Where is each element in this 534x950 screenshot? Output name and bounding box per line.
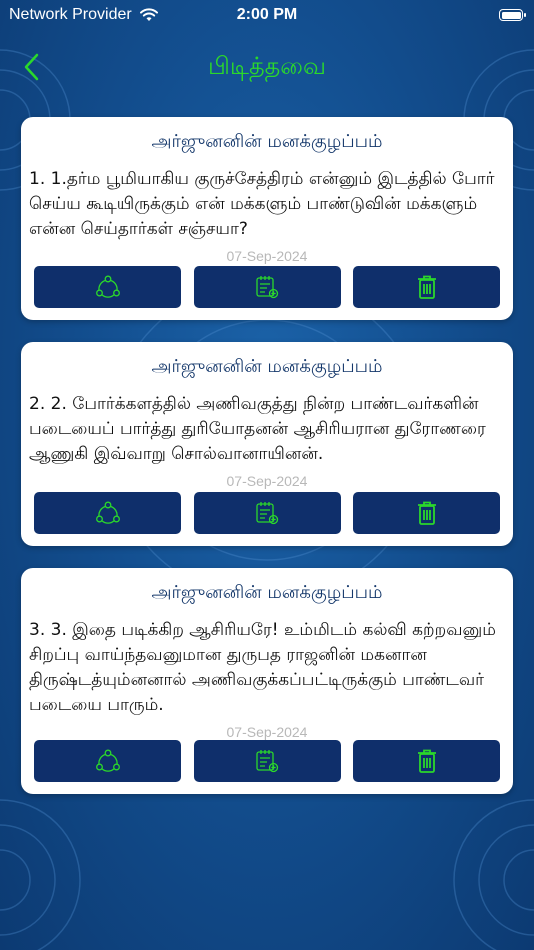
note-button[interactable] [193, 266, 341, 308]
delete-button[interactable] [353, 740, 500, 782]
card-title: அர்ஜுனனின் மனக்குழப்பம் [151, 356, 383, 377]
share-icon [95, 275, 120, 298]
share-icon [95, 749, 120, 772]
page-title: பிடித்தவை [208, 52, 326, 80]
trash-icon [417, 501, 436, 525]
card-actions [34, 740, 500, 782]
favorite-card-2: அர்ஜுனனின் மனக்குழப்பம் 2. 2. போர்க்களத்… [21, 342, 513, 546]
card-title: அர்ஜுனனின் மனக்குழப்பம் [151, 131, 383, 152]
note-button[interactable] [193, 740, 341, 782]
card-date: 07-Sep-2024 [226, 248, 308, 264]
card-actions [34, 492, 500, 534]
share-button[interactable] [34, 266, 181, 308]
note-add-icon [256, 502, 279, 525]
nav-bar: பிடித்தவை [0, 42, 534, 92]
share-button[interactable] [34, 492, 181, 534]
card-actions [34, 266, 500, 308]
trash-icon [417, 749, 436, 773]
delete-button[interactable] [353, 266, 500, 308]
card-text: 2. 2. போர்க்களத்தில் அணிவகுத்து நின்ற பா… [29, 394, 486, 464]
card-title: அர்ஜுனனின் மனக்குழப்பம் [151, 582, 383, 603]
delete-button[interactable] [353, 492, 500, 534]
note-add-icon [256, 276, 279, 299]
card-text: 3. 3. இதை படிக்கிற ஆசிரியரே! உம்மிடம் கல… [29, 620, 496, 715]
favorite-card-1: அர்ஜுனனின் மனக்குழப்பம் 1. 1.தர்ம பூமியா… [21, 117, 513, 320]
status-bar: Network Provider 2:00 PM [0, 0, 534, 30]
status-time: 2:00 PM [236, 6, 298, 23]
card-date: 07-Sep-2024 [226, 473, 308, 489]
share-icon [95, 501, 120, 524]
card-date: 07-Sep-2024 [226, 724, 308, 740]
trash-icon [417, 275, 436, 299]
note-button[interactable] [193, 492, 341, 534]
share-button[interactable] [34, 740, 181, 782]
note-add-icon [256, 750, 279, 773]
card-text: 1. 1.தர்ம பூமியாகிய குருச்சேத்திரம் என்ன… [29, 169, 495, 239]
battery-icon [499, 9, 526, 21]
favorite-card-3: அர்ஜுனனின் மனக்குழப்பம் 3. 3. இதை படிக்க… [21, 568, 513, 794]
